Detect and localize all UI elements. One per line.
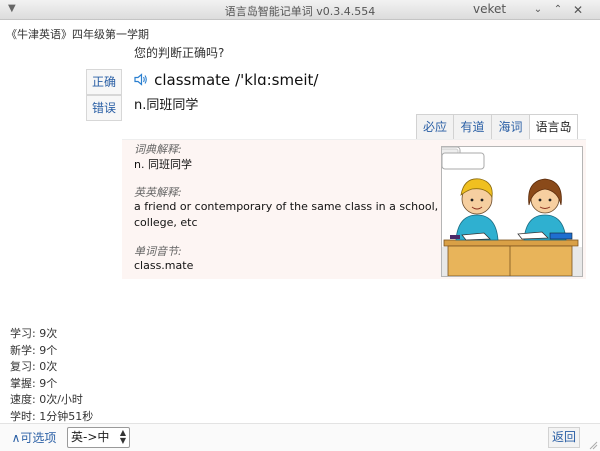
dictionary-tabs: 必应 有道 海词 语言岛 [416, 114, 578, 140]
stat-new: 新学: 9个 [10, 343, 58, 357]
back-button[interactable]: 返回 [548, 427, 580, 448]
en-text-line1: a friend or contemporary of the same cla… [134, 200, 439, 213]
word-meaning: n.同班同学 [134, 98, 199, 113]
window-title: 语言岛智能记单词 v0.3.4.554 [224, 5, 376, 18]
dict-text: n. 同班同学 [134, 158, 192, 171]
user-name: veket [473, 2, 507, 16]
stat-time: 学时: 1分钟51秒 [10, 409, 94, 423]
speaker-icon[interactable] [134, 73, 152, 89]
judge-prompt: 您的判断正确吗? [134, 46, 225, 60]
bottom-toolbar: ∧可选项 英->中 ▲ ▼ 返回 [0, 423, 600, 451]
word-text: classmate [154, 71, 231, 89]
options-button[interactable]: ∧可选项 [6, 428, 62, 448]
tab-biying[interactable]: 必应 [416, 114, 453, 140]
study-stats: 学习: 9次 新学: 9个 复习: 0次 掌握: 9个 速度: 0次/小时 学时… [10, 325, 93, 424]
language-select[interactable]: 英->中 ▲ ▼ [67, 427, 130, 448]
dict-label: 词典解释: [134, 143, 182, 156]
stat-review: 复习: 0次 [10, 360, 58, 373]
en-text-line2: college, etc [134, 216, 198, 229]
close-button[interactable]: ✕ [570, 2, 586, 18]
spin-arrows-icon: ▲ ▼ [119, 428, 126, 445]
minimize-button[interactable]: ⌄ [530, 2, 546, 18]
illustration-classmates [435, 146, 583, 277]
tab-youdao[interactable]: 有道 [453, 114, 491, 140]
resize-grip-icon[interactable] [588, 440, 598, 450]
stat-speed: 速度: 0次/小时 [10, 393, 83, 406]
word-phonetic: /'klɑ:smeit/ [235, 71, 319, 89]
language-select-value: 英->中 [71, 430, 110, 444]
tab-yuyandao[interactable]: 语言岛 [529, 114, 578, 140]
stat-mastered: 掌握: 9个 [10, 376, 58, 390]
word-line: classmate /'klɑ:smeit/ [134, 71, 318, 89]
en-label: 英英解释: [134, 186, 182, 199]
title-bar: ▼ 语言岛智能记单词 v0.3.4.554 veket ⌄ ⌃ ✕ [0, 0, 600, 20]
maximize-button[interactable]: ⌃ [550, 2, 566, 18]
book-title: 《牛津英语》四年级第一学期 [6, 28, 149, 41]
tab-haici[interactable]: 海词 [491, 114, 529, 140]
syllable-label: 单词音节: [134, 245, 182, 258]
syllable-text: class.mate [134, 259, 194, 272]
correct-button[interactable]: 正确 [86, 69, 122, 95]
stat-study: 学习: 9次 [10, 327, 58, 340]
wrong-button[interactable]: 错误 [86, 95, 122, 121]
